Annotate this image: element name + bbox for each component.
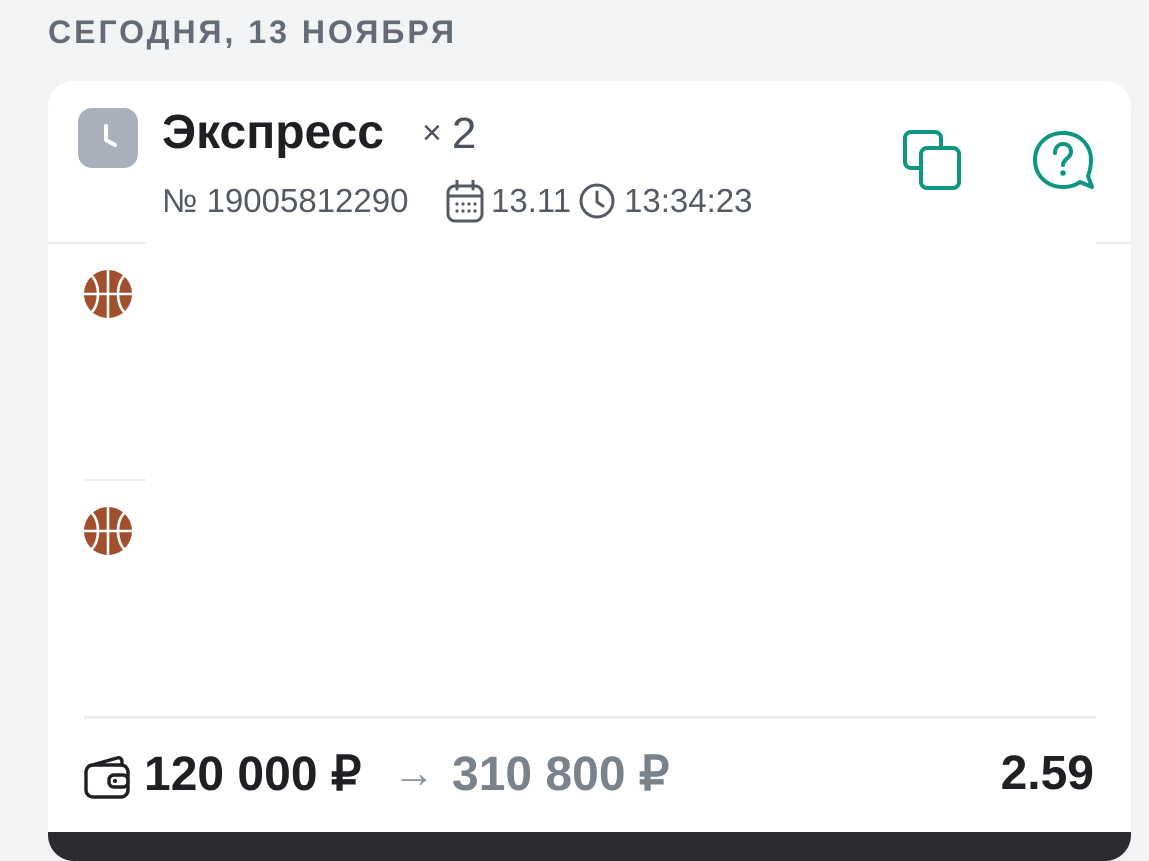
copy-icon xyxy=(903,130,961,190)
time-icon xyxy=(579,183,615,219)
wallet-icon xyxy=(84,756,130,799)
calendar-icon xyxy=(446,180,484,223)
bet-coefficient: 2.59 xyxy=(1000,747,1094,800)
date-header: СЕГОДНЯ, 13 НОЯБРЯ xyxy=(48,14,457,50)
basketball-icon xyxy=(84,507,132,555)
bet-number: № 19005812290 xyxy=(162,182,409,219)
header-divider xyxy=(48,242,146,244)
event-count: 2 xyxy=(451,109,477,158)
header-divider xyxy=(1096,242,1131,244)
event-divider xyxy=(84,479,146,481)
basketball-icon xyxy=(84,270,132,318)
arrow-icon: → xyxy=(393,749,435,796)
bottom-bar xyxy=(48,832,1131,861)
potential-payout: 310 800 ₽ xyxy=(452,748,670,801)
footer-divider xyxy=(84,716,1096,719)
bet-date: 13.11 xyxy=(491,182,572,219)
bet-event-count: × 2 xyxy=(422,109,476,159)
stake-amount: 120 000 ₽ xyxy=(144,748,362,801)
bet-card[interactable]: Экспресс × 2 № 19005812290 13.11 13:34:23 xyxy=(48,81,1131,861)
help-button[interactable] xyxy=(1030,129,1096,195)
clock-icon xyxy=(78,108,138,168)
event-row[interactable] xyxy=(83,266,1096,476)
help-chat-icon xyxy=(1033,131,1094,189)
event-row[interactable] xyxy=(83,503,1096,713)
copy-button[interactable] xyxy=(898,129,964,195)
bet-type-title: Экспресс xyxy=(162,106,384,159)
bet-time: 13:34:23 xyxy=(624,182,753,219)
multiplier-symbol: × xyxy=(422,114,442,152)
